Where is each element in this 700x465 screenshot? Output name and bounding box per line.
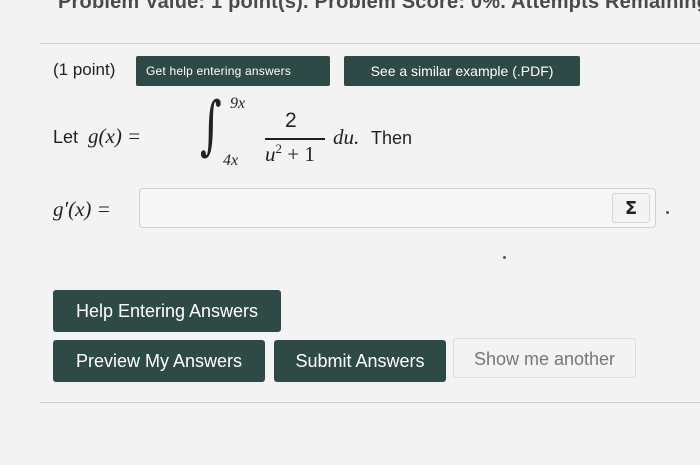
- answer-input[interactable]: [139, 188, 656, 228]
- preview-answers-button[interactable]: Preview My Answers: [53, 340, 265, 382]
- integral-sign: ∫: [200, 89, 222, 163]
- upper-limit: 9x: [230, 95, 246, 112]
- let-text: Let: [53, 127, 79, 147]
- fraction-numerator: 2: [285, 109, 297, 132]
- equation-editor-button[interactable]: Σ: [612, 193, 650, 223]
- divider-top: [40, 43, 700, 44]
- differential: du.: [333, 125, 360, 149]
- divider-bottom: [40, 402, 700, 403]
- show-another-button[interactable]: Show me another: [453, 338, 636, 378]
- function-name: g(x) =: [88, 124, 142, 148]
- problem-status-text: Problem Value: 1 point(s). Problem Score…: [58, 0, 700, 13]
- lower-limit: 4x: [223, 152, 239, 169]
- then-text: Then: [371, 128, 413, 148]
- fraction-denominator: u2 + 1: [265, 141, 315, 167]
- fraction-bar: [265, 138, 325, 140]
- submit-answers-button[interactable]: Submit Answers: [274, 340, 446, 382]
- denominator-base: u: [265, 142, 276, 166]
- decorative-dot: [503, 256, 506, 259]
- decorative-dot: [666, 211, 669, 214]
- derivative-label: g′(x) =: [53, 197, 111, 221]
- denominator-rest: + 1: [282, 142, 315, 166]
- points-label: (1 point): [53, 60, 116, 79]
- help-entering-answers-button[interactable]: Help Entering Answers: [53, 290, 281, 332]
- status-bar: Problem Value: 1 point(s). Problem Score…: [0, 0, 700, 40]
- problem-statement: Let g(x) = ∫ 9x 4x 2 u2 + 1 du. Then: [53, 94, 573, 170]
- similar-example-button[interactable]: See a similar example (.PDF): [344, 56, 580, 86]
- help-entering-answers-link[interactable]: Get help entering answers: [136, 56, 330, 86]
